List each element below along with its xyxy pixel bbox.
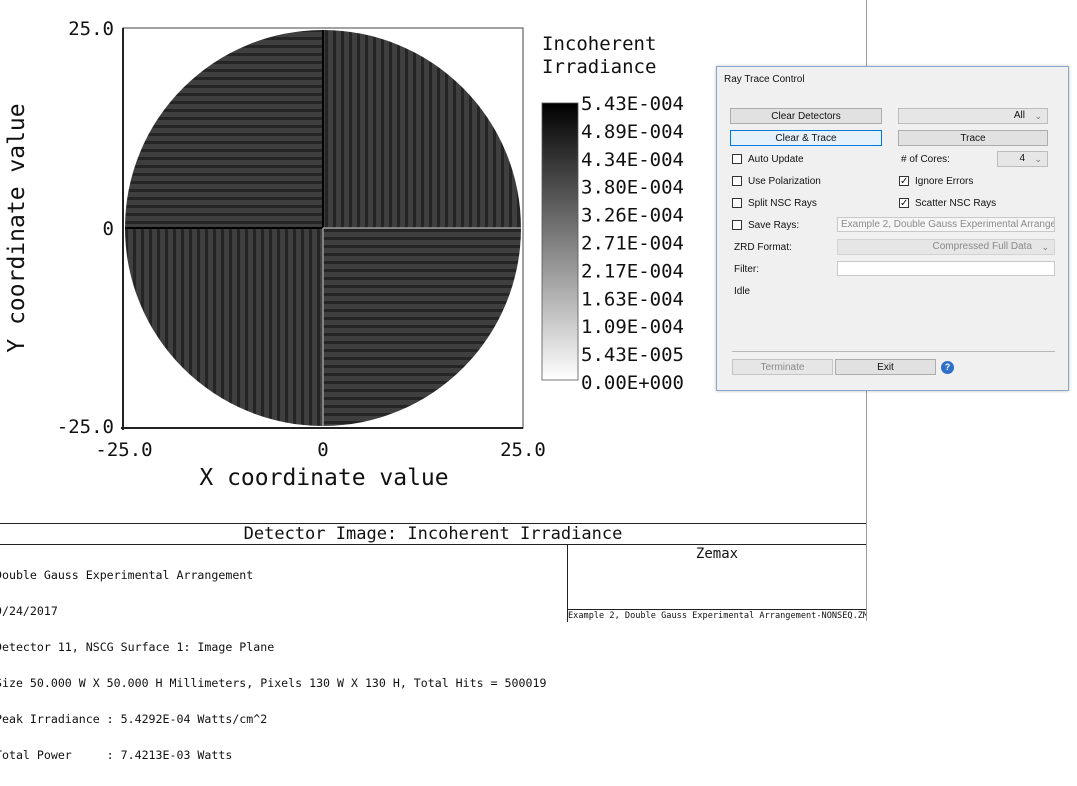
colorbar-tick-label: 0.00E+000 — [581, 372, 684, 394]
info-lines: Double Gauss Experimental Arrangement 9/… — [0, 545, 565, 785]
y-tick-middle: 0 — [103, 218, 114, 240]
chevron-down-icon: ⌄ — [1034, 111, 1042, 121]
save-rays-checkbox[interactable] — [732, 220, 742, 230]
colorbar-tick-label: 3.80E-004 — [581, 177, 684, 199]
zrd-format-value: Compressed Full Data — [932, 241, 1032, 252]
info-line: 9/24/2017 — [0, 604, 58, 618]
x-tick-right: 25.0 — [500, 439, 546, 461]
chevron-down-icon: ⌄ — [1041, 242, 1049, 252]
irradiance-disk — [125, 30, 521, 426]
status-text: Idle — [734, 286, 751, 297]
detector-select-value: All — [1013, 110, 1025, 121]
scatter-nsc-rays-checkbox[interactable]: ✓ — [899, 198, 909, 209]
clear-and-trace-button[interactable]: Clear & Trace — [730, 130, 882, 146]
scatter-nsc-rays-label: Scatter NSC Rays — [915, 197, 997, 209]
info-panel: Detector Image: Incoherent Irradiance Do… — [0, 523, 866, 761]
help-icon[interactable]: ? — [941, 361, 954, 374]
save-rays-file-field[interactable]: Example 2, Double Gauss Experimental Arr… — [837, 217, 1055, 232]
colorbar-tick-label: 2.17E-004 — [581, 260, 684, 282]
colorbar — [541, 102, 579, 381]
split-nsc-rays-option[interactable]: Split NSC Rays — [732, 196, 817, 210]
use-polarization-checkbox[interactable] — [732, 176, 742, 186]
legend-title-line2: Irradiance — [542, 56, 656, 78]
colorbar-tick-label: 2.71E-004 — [581, 233, 684, 255]
cores-select-value: 4 — [1019, 153, 1025, 164]
x-tick-middle: 0 — [317, 439, 328, 461]
save-rays-option[interactable]: Save Rays: — [732, 218, 799, 232]
colorbar-tick-label: 5.43E-004 — [581, 93, 684, 115]
zemax-brand: Zemax — [695, 546, 739, 562]
info-line: Detector 11, NSCG Surface 1: Image Plane — [0, 640, 275, 654]
detector-select[interactable]: All ⌄ — [898, 108, 1048, 124]
filter-field[interactable] — [837, 261, 1055, 276]
terminate-button[interactable]: Terminate — [732, 359, 833, 375]
split-nsc-rays-label: Split NSC Rays — [748, 197, 817, 209]
colorbar-tick-label: 1.09E-004 — [581, 316, 684, 338]
colorbar-tick-label: 3.26E-004 — [581, 205, 684, 227]
auto-update-label: Auto Update — [748, 153, 804, 165]
zrd-format-select[interactable]: Compressed Full Data ⌄ — [837, 239, 1055, 255]
y-axis-title: Y coordinate value — [4, 103, 30, 352]
use-polarization-option[interactable]: Use Polarization — [732, 174, 821, 188]
auto-update-checkbox[interactable] — [732, 154, 742, 164]
info-line: Peak Irradiance : 5.4292E-04 Watts/cm^2 — [0, 712, 268, 726]
ignore-errors-checkbox[interactable]: ✓ — [899, 176, 909, 187]
colorbar-tick-label: 4.34E-004 — [581, 149, 684, 171]
info-line: Size 50.000 W X 50.000 H Millimeters, Pi… — [0, 676, 547, 690]
scatter-nsc-rays-option[interactable]: ✓ Scatter NSC Rays — [899, 196, 996, 210]
info-title: Detector Image: Incoherent Irradiance — [0, 524, 866, 545]
ignore-errors-option[interactable]: ✓ Ignore Errors — [899, 174, 973, 188]
dialog-separator — [732, 351, 1055, 352]
cores-label: # of Cores: — [901, 154, 950, 165]
filter-label: Filter: — [734, 264, 759, 275]
split-nsc-rays-checkbox[interactable] — [732, 198, 742, 208]
cores-select[interactable]: 4 ⌄ — [997, 151, 1048, 167]
ignore-errors-label: Ignore Errors — [915, 175, 974, 187]
auto-update-option[interactable]: Auto Update — [732, 152, 804, 166]
zrd-format-label: ZRD Format: — [734, 242, 792, 253]
info-line: Double Gauss Experimental Arrangement — [0, 568, 254, 582]
y-tick-top: 25.0 — [68, 18, 114, 40]
trace-button[interactable]: Trace — [898, 130, 1048, 146]
exit-button[interactable]: Exit — [835, 359, 936, 375]
clear-detectors-button[interactable]: Clear Detectors — [730, 108, 882, 124]
dialog-title: Ray Trace Control — [724, 74, 805, 85]
info-line: Total Power : 7.4213E-03 Watts — [0, 748, 233, 762]
ray-trace-control-dialog: Ray Trace Control Clear Detectors All ⌄ … — [716, 66, 1069, 391]
legend-title-line1: Incoherent — [542, 33, 656, 55]
colorbar-tick-label: 5.43E-005 — [581, 344, 684, 366]
colorbar-labels: 5.43E-004 4.89E-004 4.34E-004 3.80E-004 3.26… — [581, 93, 684, 394]
save-rays-label: Save Rays: — [748, 219, 800, 231]
x-axis-title: X coordinate value — [199, 465, 448, 491]
x-tick-left: -25.0 — [95, 439, 152, 461]
y-tick-bottom: -25.0 — [57, 416, 114, 438]
use-polarization-label: Use Polarization — [748, 175, 821, 187]
colorbar-tick-label: 1.63E-004 — [581, 288, 684, 310]
colorbar-tick-label: 4.89E-004 — [581, 121, 684, 143]
chevron-down-icon: ⌄ — [1034, 154, 1042, 164]
